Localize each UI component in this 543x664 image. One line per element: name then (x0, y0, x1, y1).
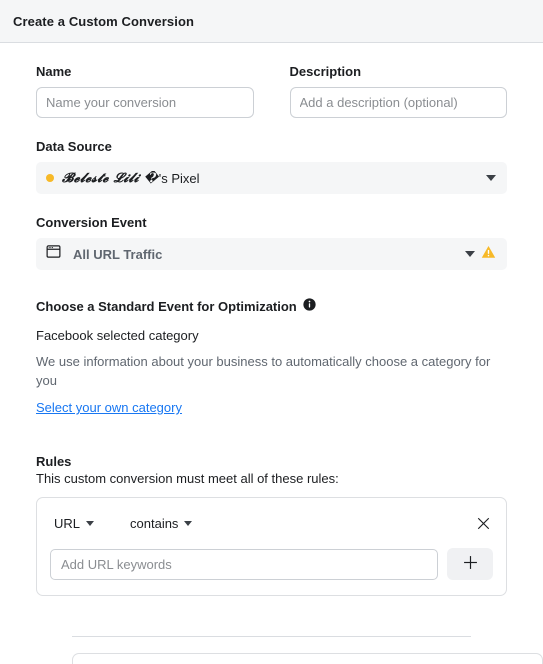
dialog-header: Create a Custom Conversion (0, 0, 543, 43)
rules-section: Rules This custom conversion must meet a… (36, 454, 543, 664)
chevron-down-icon (86, 520, 95, 526)
data-source-select-right (486, 175, 496, 181)
select-own-category-link[interactable]: Select your own category (36, 400, 182, 415)
optimization-help-text: We use information about your business t… (36, 354, 491, 388)
name-field-group: Name (36, 64, 254, 118)
conversion-event-select-right (465, 245, 496, 264)
add-rule-button[interactable] (447, 548, 493, 580)
data-source-value-suffix: 's Pixel (158, 170, 200, 186)
pixel-status-dot (46, 174, 54, 182)
rule-card: URL contains (36, 497, 507, 596)
optimization-heading-row: Choose a Standard Event for Optimization (36, 298, 507, 314)
rules-subheading: This custom conversion must meet all of … (36, 471, 339, 486)
url-keywords-input[interactable] (50, 548, 438, 580)
description-field-group: Description (289, 64, 507, 118)
chevron-down-icon[interactable] (465, 251, 475, 257)
conversion-event-value: All URL Traffic (73, 246, 163, 262)
data-source-group: Data Source 𝓑𝓮𝓵𝓮𝓼𝓽𝓮 𝓛𝓲𝓵𝓲 � 's Pixel (36, 139, 507, 194)
name-label: Name (36, 64, 72, 79)
section-divider (72, 636, 471, 637)
conversion-event-group: Conversion Event All URL Traffic (36, 215, 507, 270)
description-label: Description (289, 64, 362, 79)
rules-heading: Rules (36, 454, 72, 469)
chevron-down-icon[interactable] (486, 175, 496, 181)
rule-operator-value: contains (130, 515, 179, 531)
rule-top-row: URL contains (50, 512, 493, 534)
dialog-body: Name Description Data Source 𝓑𝓮𝓵𝓮𝓼𝓽𝓮 𝓛𝓲𝓵… (0, 64, 543, 664)
remove-rule-button[interactable] (473, 513, 493, 533)
optimization-heading: Choose a Standard Event for Optimization (36, 298, 297, 314)
chevron-down-icon (184, 520, 193, 526)
optimization-subheading: Facebook selected category (36, 328, 199, 343)
conversion-event-label: Conversion Event (36, 215, 147, 230)
plus-icon (462, 554, 479, 574)
data-source-label: Data Source (36, 139, 112, 154)
rule-bottom-row (50, 548, 493, 580)
rule-field-value: URL (54, 515, 81, 531)
data-source-value: 𝓑𝓮𝓵𝓮𝓼𝓽𝓮 𝓛𝓲𝓵𝓲 � (62, 170, 159, 186)
rule-operator-dropdown[interactable]: contains (130, 515, 193, 531)
rule-field-dropdown[interactable]: URL (54, 515, 95, 531)
info-icon[interactable] (303, 298, 316, 314)
name-input[interactable] (36, 87, 254, 118)
optimization-section: Choose a Standard Event for Optimization… (36, 298, 507, 417)
dialog-title: Create a Custom Conversion (13, 13, 195, 29)
next-rule-card-partial (72, 653, 543, 664)
name-description-row: Name Description (36, 64, 507, 118)
browser-window-icon (46, 244, 61, 264)
warning-icon[interactable] (481, 245, 496, 264)
conversion-event-select[interactable]: All URL Traffic (36, 238, 507, 270)
data-source-select[interactable]: 𝓑𝓮𝓵𝓮𝓼𝓽𝓮 𝓛𝓲𝓵𝓲 � 's Pixel (36, 162, 507, 194)
description-input[interactable] (289, 87, 507, 118)
